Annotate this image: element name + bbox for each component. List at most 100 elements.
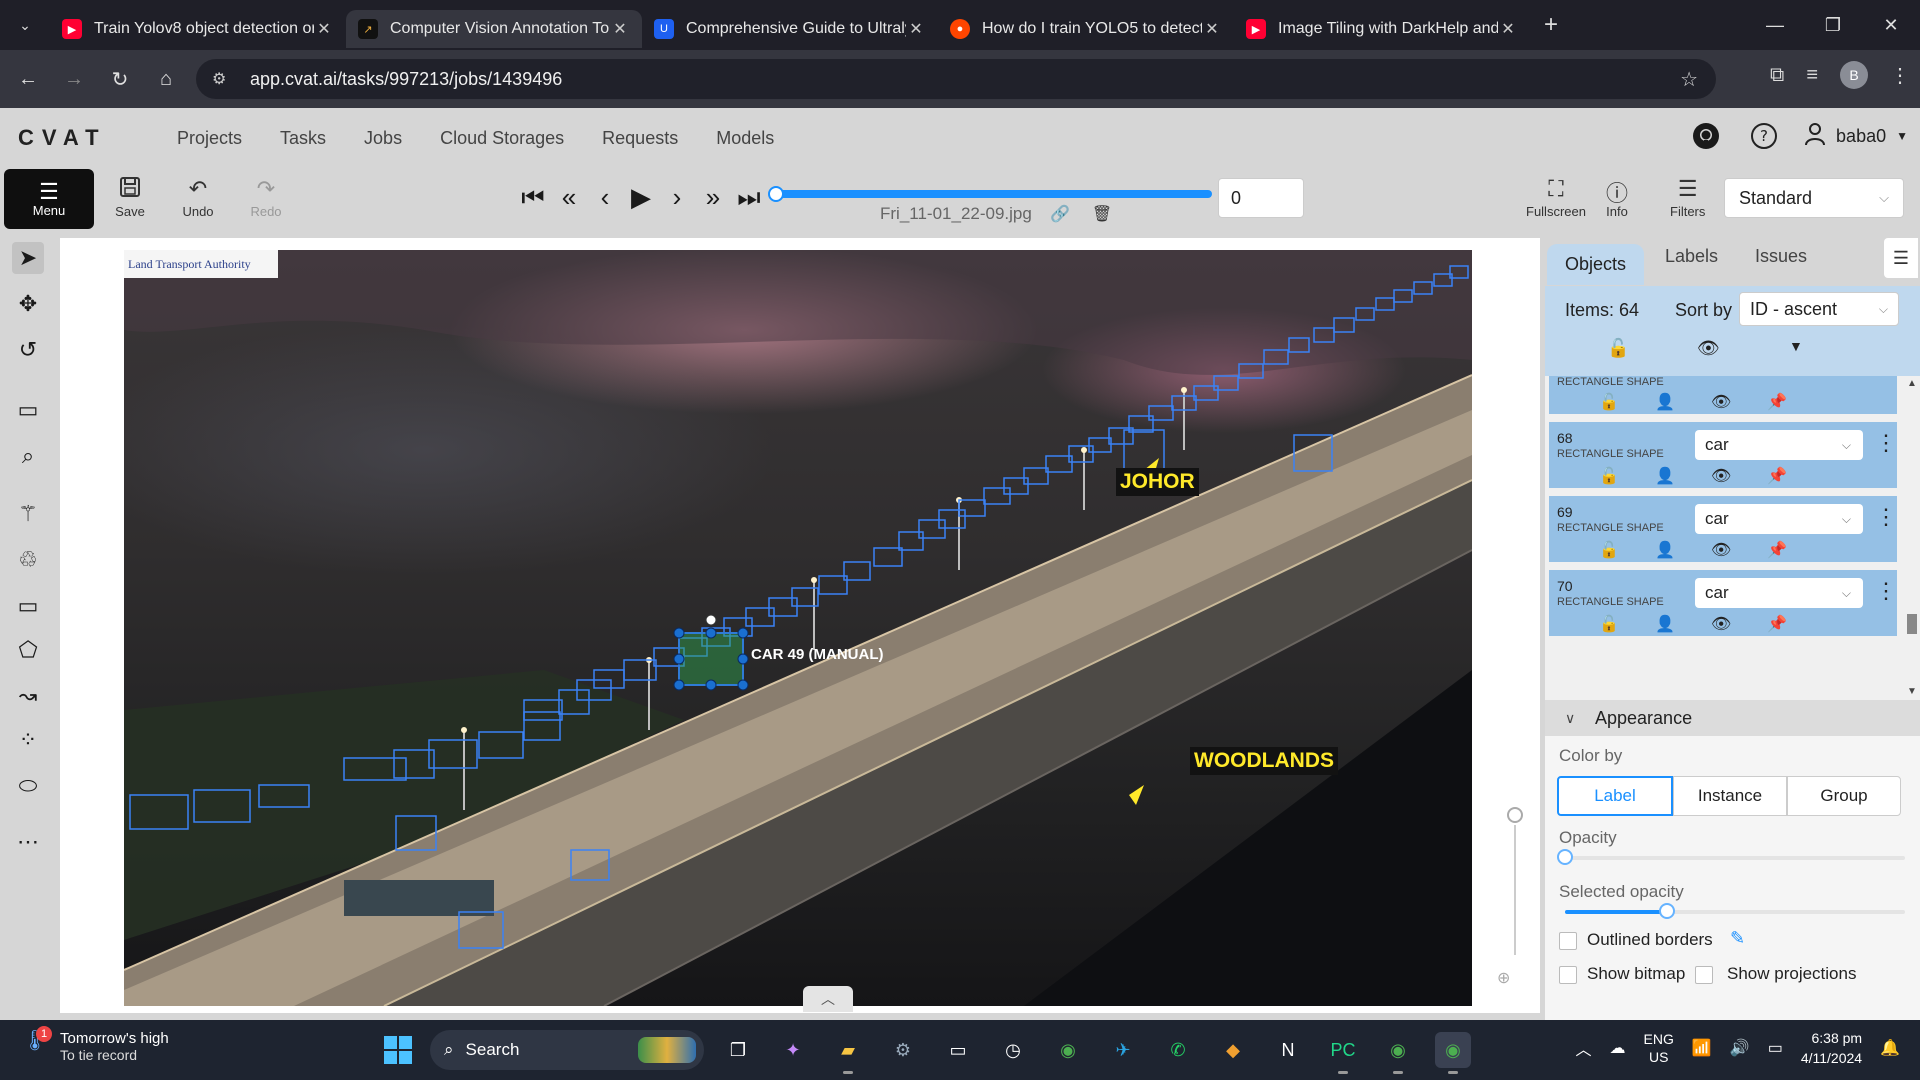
media-icon[interactable]: ≡ [1806,64,1818,87]
color-by-group-option[interactable]: Group [1787,776,1901,816]
tab-close-icon[interactable]: ✕ [1202,19,1222,39]
fit-image-icon[interactable]: ▭ [12,394,44,426]
pin-icon[interactable]: 📌 [1767,540,1787,560]
more-options-icon[interactable]: ⋮ [1875,504,1897,530]
menu-button[interactable]: ☰ Menu [4,169,94,229]
volume-icon[interactable]: 🔊 [1730,1038,1750,1058]
canvas-bottom-toggle[interactable]: ︿ [803,986,853,1012]
help-icon[interactable]: ? [1746,118,1782,154]
eye-icon[interactable]: 👁 [1711,614,1731,634]
filters-button[interactable]: ☰ Filters [1670,176,1705,219]
zoom-in-icon[interactable]: ⊕ [1497,968,1510,988]
chrome-icon[interactable]: ◉ [1050,1032,1086,1068]
lock-icon[interactable]: 🔓 [1599,466,1619,486]
clock[interactable]: 6:38 pm 4/11/2024 [1801,1028,1862,1068]
show-projections-checkbox[interactable] [1695,966,1713,984]
clock-app-icon[interactable]: ◷ [995,1032,1031,1068]
new-tab-icon[interactable]: + [1544,11,1558,39]
opacity-slider-handle[interactable] [1557,849,1573,865]
show-hidden-icons-icon[interactable]: ︿ [1576,1036,1592,1060]
tab-close-icon[interactable]: ✕ [314,19,334,39]
tab-labels[interactable]: Labels [1665,246,1718,267]
onedrive-icon[interactable]: ☁ [1610,1038,1626,1058]
object-item[interactable]: 70 RECTANGLE SHAPE car ⌵ ⋮ 🔓 👤 👁 📌 [1549,570,1897,636]
pin-icon[interactable]: 📌 [1767,392,1787,412]
browser-tab-active[interactable]: ↗ Computer Vision Annotation To ✕ [346,10,642,48]
objects-scrollbar[interactable]: ▲ ▼ [1903,376,1920,700]
extensions-icon[interactable]: ⧉ [1770,64,1784,87]
person-icon[interactable]: 👤 [1655,466,1675,486]
notion-icon[interactable]: N [1270,1032,1306,1068]
profile-avatar[interactable]: B [1840,61,1868,89]
telegram-icon[interactable]: ✈ [1105,1032,1141,1068]
nav-projects[interactable]: Projects [158,128,261,149]
object-label-select[interactable]: car ⌵ [1695,430,1863,460]
fullscreen-button[interactable]: ⛶ Fullscreen [1526,176,1586,219]
next-frame-icon[interactable]: › [664,182,690,212]
chrome-active-icon[interactable]: ◉ [1435,1032,1471,1074]
minimize-icon[interactable]: — [1746,0,1804,50]
opacity-slider[interactable] [1565,856,1905,860]
frame-number-input[interactable]: 0 [1218,178,1304,218]
object-item[interactable]: 68 RECTANGLE SHAPE car ⌵ ⋮ 🔓 👤 👁 📌 [1549,422,1897,488]
draw-polyline-icon[interactable]: ↝ [12,680,44,712]
whatsapp-icon[interactable]: ✆ [1160,1032,1196,1068]
annotation-image[interactable]: Land Transport Authority JOHOR WOODLANDS… [124,250,1472,1006]
object-label-select[interactable]: car ⌵ [1695,578,1863,608]
draw-points-icon[interactable]: ⁘ [12,724,44,756]
url-bar[interactable]: ⚙ app.cvat.ai/tasks/997213/jobs/1439496 … [196,59,1716,99]
cursor-icon[interactable]: ➤ [12,242,44,274]
info-button[interactable]: ⓘ Info [1606,176,1628,219]
back-icon[interactable]: ← [10,61,46,97]
zoom-region-icon[interactable]: ⌕ [12,440,44,472]
pin-icon[interactable]: 📌 [1767,614,1787,634]
sort-select[interactable]: ID - ascent ⌵ [1739,292,1899,326]
language-indicator[interactable]: ENG US [1644,1030,1674,1066]
cvat-logo[interactable]: CVAT [18,125,130,151]
frame-slider-handle[interactable] [768,186,784,202]
nav-models[interactable]: Models [697,128,793,149]
rotate-icon[interactable]: ↺ [12,334,44,366]
tab-close-icon[interactable]: ✕ [906,19,926,39]
workspace-select[interactable]: Standard ⌵ [1724,178,1904,218]
tab-objects[interactable]: Objects [1547,244,1645,285]
close-window-icon[interactable]: ✕ [1862,0,1920,50]
person-icon[interactable]: 👤 [1655,392,1675,412]
previous-frame-icon[interactable]: ‹ [592,182,618,212]
browser-menu-icon[interactable]: ⋮ [1890,63,1910,88]
eye-icon[interactable]: 👁 [1711,540,1731,560]
restore-icon[interactable]: ❐ [1804,0,1862,50]
scrollbar-thumb[interactable] [1907,614,1917,634]
ai-tools-icon[interactable]: ♲ [12,544,44,576]
eye-icon[interactable]: 👁 [1711,392,1731,412]
first-frame-icon[interactable]: ⏮ [520,182,546,212]
scroll-down-icon[interactable]: ▼ [1907,686,1917,697]
lock-icon[interactable]: 🔓 [1599,540,1619,560]
taskbar-search[interactable]: ⌕ Search [430,1030,704,1070]
tab-search-chevron-icon[interactable]: ⌄ [8,8,42,42]
scroll-up-icon[interactable]: ▲ [1907,378,1917,389]
nav-requests[interactable]: Requests [583,128,697,149]
reload-icon[interactable]: ↻ [102,61,138,97]
expand-all-icon[interactable]: ▼ [1789,338,1803,354]
battery-icon[interactable]: ▭ [1768,1038,1783,1058]
fast-backward-icon[interactable]: « [556,182,582,212]
forward-icon[interactable]: → [56,61,92,97]
pycharm-icon[interactable]: PC [1325,1032,1361,1074]
chrome-profile-icon[interactable]: ◉ [1380,1032,1416,1074]
object-item[interactable]: 69 RECTANGLE SHAPE car ⌵ ⋮ 🔓 👤 👁 📌 [1549,496,1897,562]
eye-icon[interactable]: 👁 [1711,466,1731,486]
zoom-slider-handle[interactable] [1507,807,1523,823]
weather-widget[interactable]: 🌡 1 Tomorrow's high To tie record [22,1026,169,1064]
tab-close-icon[interactable]: ✕ [1498,19,1518,39]
settings-icon[interactable]: ⚙ [885,1032,921,1068]
copilot-icon[interactable]: ✦ [775,1032,811,1068]
object-label-select[interactable]: car ⌵ [1695,504,1863,534]
lock-icon[interactable]: 🔓 [1599,614,1619,634]
person-icon[interactable]: 👤 [1655,540,1675,560]
pin-icon[interactable]: 📌 [1767,466,1787,486]
nav-tasks[interactable]: Tasks [261,128,345,149]
fast-forward-icon[interactable]: » [700,182,726,212]
user-menu[interactable]: baba0 ▼ [1804,122,1908,151]
selected-opacity-slider-handle[interactable] [1659,903,1675,919]
